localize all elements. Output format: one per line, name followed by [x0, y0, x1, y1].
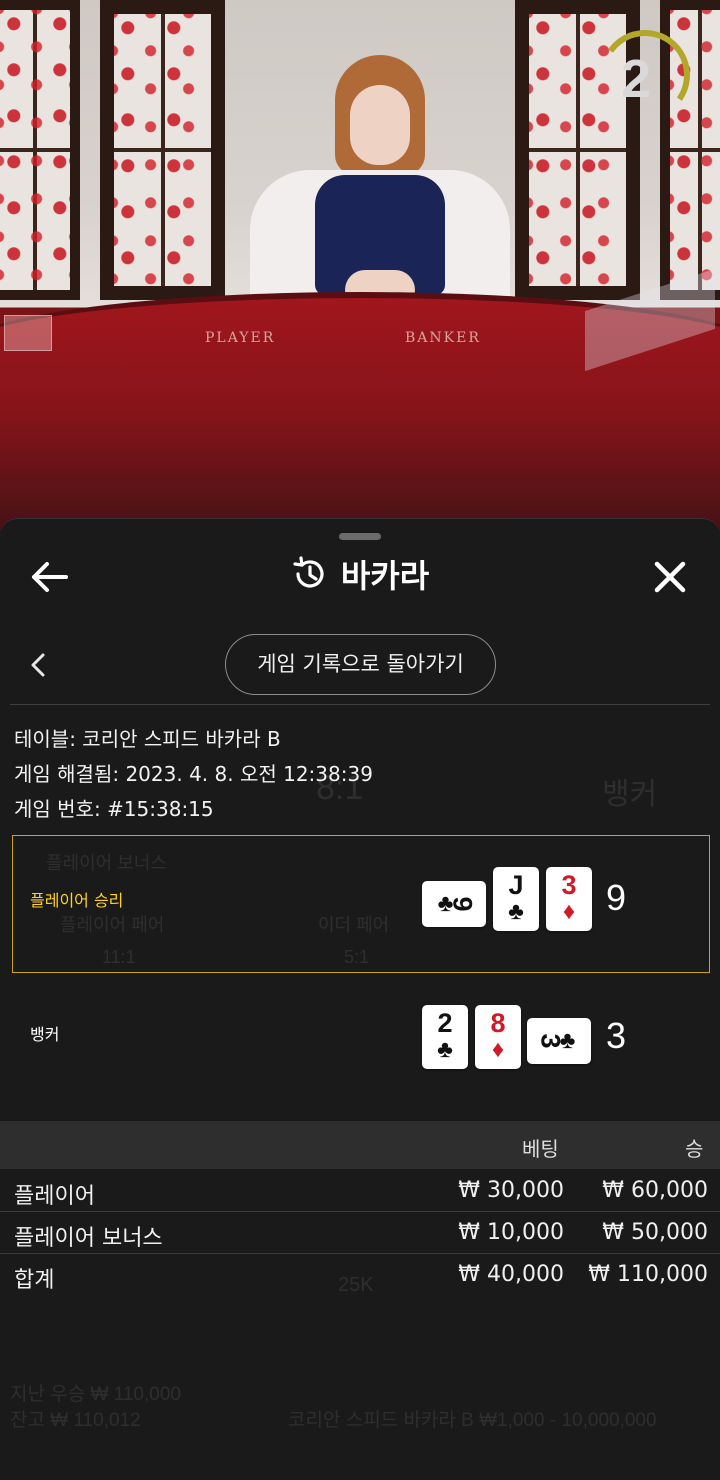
bets-table-header: 베팅 승 [0, 1121, 720, 1169]
bet-amount: ₩ 10,000 [458, 1220, 564, 1245]
felt-player-text: PLAYER [205, 330, 276, 346]
player-card-1: ♣ 9 [422, 881, 486, 927]
live-video: PLAYER BANKER 2 [0, 0, 720, 530]
win-column-header: 승 [685, 1137, 704, 1161]
ghost-table-limits: 코리안 스피드 바카라 B ₩1,000 - 10,000,000 [288, 1410, 657, 1431]
game-resolved-time: 게임 해결됨: 2023. 4. 8. 오전 12:38:39 [14, 762, 373, 786]
history-icon [293, 556, 324, 588]
bet-name: 플레이어 보너스 [14, 1226, 163, 1251]
player-score: 9 [606, 877, 627, 918]
banker-card-2: 8 ♦ [475, 1005, 521, 1069]
banker-card-3: 3 ♣ [527, 1018, 591, 1064]
countdown-timer: 2 [592, 22, 698, 128]
folding-screen-left [100, 0, 225, 300]
bet-name: 플레이어 [14, 1184, 95, 1209]
bet-name: 합계 [14, 1268, 55, 1293]
dealer [250, 55, 510, 315]
page-title: 바카라 [340, 558, 430, 594]
card-shoe [4, 315, 52, 351]
ghost-last-win: 지난 우승 ₩ 110,000 [10, 1384, 181, 1405]
bet-amount: ₩ 40,000 [458, 1262, 564, 1287]
bet-amount: ₩ 30,000 [458, 1178, 564, 1203]
player-card-2: J ♣ [493, 867, 539, 931]
folding-screen-left-outer [0, 0, 80, 300]
chevron-left-icon[interactable] [26, 651, 50, 679]
table-row: 플레이어 보너스 ₩ 10,000 ₩ 50,000 [0, 1212, 720, 1254]
game-history-sheet: 8:1 뱅커 플레이어 보너스 플레이어 페어 이더 페어 11:1 5:1 2… [0, 518, 720, 1480]
win-amount: ₩ 50,000 [602, 1220, 708, 1245]
table-name: 테이블: 코리안 스피드 바카라 B [14, 727, 281, 751]
ghost-balance: 잔고 ₩ 110,012 [10, 1410, 141, 1431]
game-number: 게임 번호: #15:38:15 [14, 797, 214, 821]
banker-label: 뱅커 [30, 1025, 60, 1044]
banker-card-1: 2 ♣ [422, 1005, 468, 1069]
felt-banker-text: BANKER [405, 330, 481, 346]
divider [10, 704, 710, 705]
table-row-total: 합계 ₩ 40,000 ₩ 110,000 [0, 1254, 720, 1296]
bet-column-header: 베팅 [522, 1137, 559, 1161]
win-amount: ₩ 110,000 [588, 1262, 708, 1287]
player-card-3: 3 ♦ [546, 867, 592, 931]
sheet-drag-handle[interactable] [339, 533, 381, 540]
back-to-history-button[interactable]: 게임 기록으로 돌아가기 [225, 634, 496, 695]
timer-value: 2 [620, 49, 652, 109]
ghost-banker: 뱅커 [602, 778, 658, 811]
win-amount: ₩ 60,000 [602, 1178, 708, 1203]
banker-score: 3 [606, 1015, 627, 1056]
table-row: 플레이어 ₩ 30,000 ₩ 60,000 [0, 1170, 720, 1212]
sheet-header: 바카라 [0, 551, 720, 597]
close-icon[interactable] [650, 557, 690, 597]
player-win-label: 플레이어 승리 [30, 891, 124, 910]
